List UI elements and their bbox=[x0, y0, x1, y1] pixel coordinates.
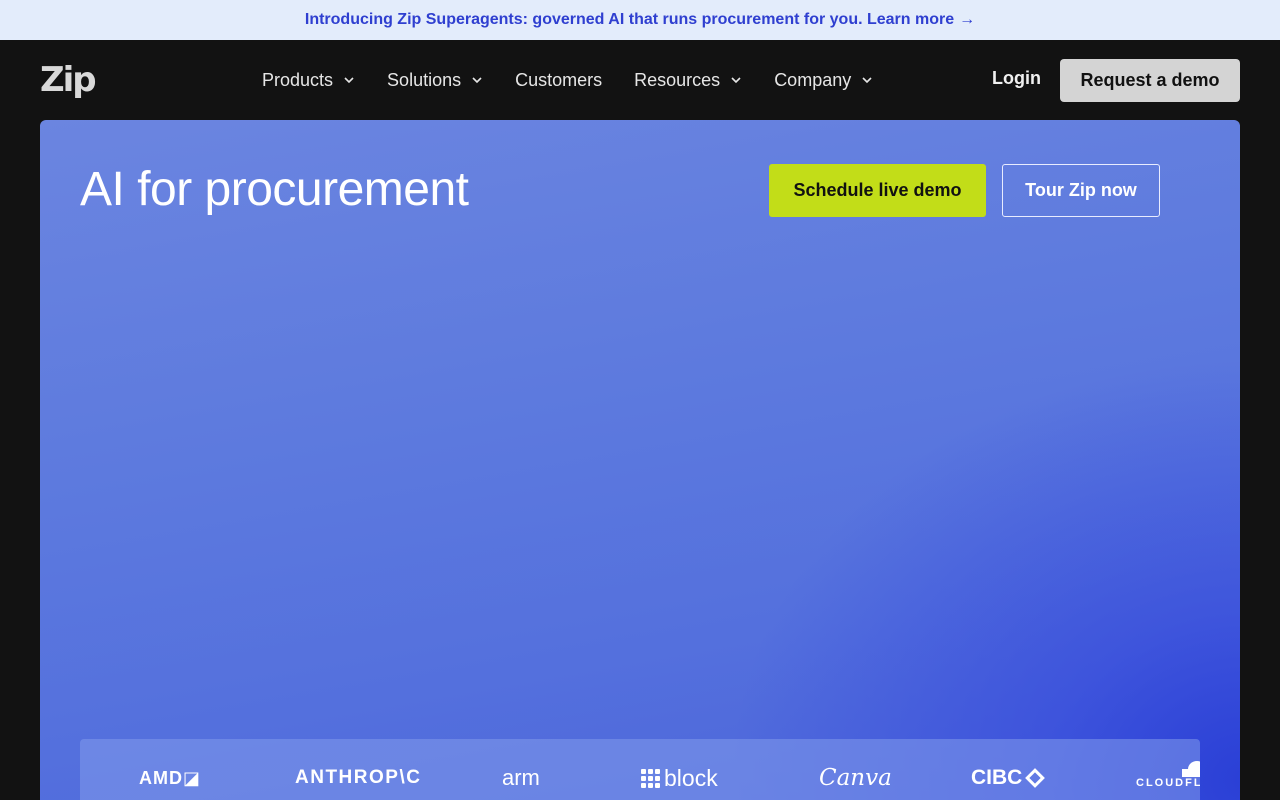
nav-menu: Products Solutions Customers Resources C… bbox=[262, 40, 905, 120]
cloudflare-logo: CLOUDFL bbox=[1136, 761, 1200, 791]
nav-item-resources[interactable]: Resources bbox=[634, 70, 742, 91]
hero-title: AI for procurement bbox=[80, 163, 469, 216]
cloud-icon bbox=[1182, 761, 1200, 777]
nav-item-label: Customers bbox=[515, 69, 603, 90]
arm-logo: arm bbox=[502, 765, 540, 790]
nav-item-label: Resources bbox=[634, 69, 721, 90]
schedule-demo-button[interactable]: Schedule live demo bbox=[769, 164, 986, 217]
customer-logos-strip: AMD◪ ANTHROP\C arm block Canva CIBC CLOU… bbox=[80, 739, 1200, 800]
nav-item-solutions[interactable]: Solutions bbox=[387, 70, 483, 91]
cloudflare-logo-text: CLOUDFL bbox=[1136, 777, 1200, 789]
hero-section: AI for procurement Schedule live demo To… bbox=[40, 120, 1240, 800]
arrow-right-icon: → bbox=[959, 11, 976, 28]
zip-logo[interactable]: Zip bbox=[40, 60, 97, 100]
chevron-down-icon bbox=[343, 74, 355, 86]
announcement-text[interactable]: Introducing Zip Superagents: governed AI… bbox=[305, 11, 954, 29]
top-navigation: Zip Products Solutions Customers Resourc… bbox=[0, 40, 1280, 120]
tour-zip-button[interactable]: Tour Zip now bbox=[1002, 164, 1160, 217]
announcement-bar[interactable]: Introducing Zip Superagents: governed AI… bbox=[0, 0, 1280, 40]
diamond-icon bbox=[1025, 768, 1046, 788]
nav-item-label: Solutions bbox=[387, 69, 462, 90]
cibc-logo: CIBC bbox=[971, 763, 1046, 793]
canva-logo: Canva bbox=[819, 765, 892, 791]
chevron-down-icon bbox=[730, 74, 742, 86]
amd-logo: AMD◪ bbox=[139, 767, 201, 788]
request-demo-button[interactable]: Request a demo bbox=[1060, 59, 1240, 102]
nav-item-label: Products bbox=[262, 69, 334, 90]
cibc-logo-text: CIBC bbox=[971, 766, 1023, 789]
chevron-down-icon bbox=[861, 74, 873, 86]
nav-item-label: Company bbox=[774, 69, 852, 90]
login-link[interactable]: Login bbox=[992, 68, 1041, 89]
nav-item-products[interactable]: Products bbox=[262, 70, 355, 91]
anthropic-logo: ANTHROP\C bbox=[295, 767, 422, 788]
nav-item-customers[interactable]: Customers bbox=[515, 70, 602, 91]
block-logo: block bbox=[641, 763, 718, 793]
chevron-down-icon bbox=[471, 74, 483, 86]
block-grid-icon bbox=[641, 768, 660, 788]
nav-item-company[interactable]: Company bbox=[774, 70, 873, 91]
block-logo-text: block bbox=[664, 764, 718, 791]
